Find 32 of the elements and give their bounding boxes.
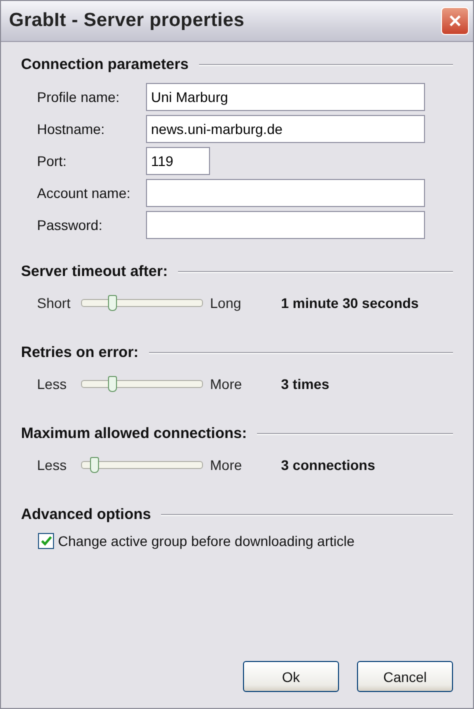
section-heading: Server timeout after: [21, 263, 168, 280]
field-label: Account name: [37, 185, 132, 201]
slider-min-label: Short [37, 295, 72, 311]
input-field[interactable]: news.uni-marburg.de [146, 115, 425, 143]
checkbox[interactable] [38, 533, 54, 549]
checkbox-label[interactable]: Change active group before downloading article [58, 533, 355, 549]
slider-max-label: Long [210, 295, 242, 311]
section-heading: Maximum allowed connections: [21, 425, 247, 442]
dialog-button[interactable]: Ok [243, 661, 339, 692]
slider-thumb[interactable] [108, 295, 117, 311]
slider-reading: 3 connections [281, 457, 376, 473]
slider-thumb[interactable] [108, 376, 117, 392]
input-field[interactable] [146, 179, 425, 207]
slider-min-label: Less [37, 376, 68, 392]
input-field[interactable] [146, 211, 425, 239]
slider-thumb[interactable] [90, 457, 99, 473]
field-label: Hostname: [37, 121, 106, 137]
slider-max-label: More [210, 457, 243, 473]
field-label: Password: [37, 217, 104, 233]
dialog-button[interactable]: Cancel [357, 661, 453, 692]
section-heading: Retries on error: [21, 344, 139, 361]
field-label: Profile name: [37, 89, 120, 105]
section-heading: Connection parameters [21, 56, 189, 73]
slider-reading: 3 times [281, 376, 330, 392]
slider-max-label: More [210, 376, 243, 392]
slider-min-label: Less [37, 457, 68, 473]
slider-reading: 1 minute 30 seconds [281, 295, 419, 311]
window-title: GrabIt - Server properties [9, 10, 244, 32]
section-heading: Advanced options [21, 506, 152, 523]
field-label: Port: [37, 153, 68, 169]
input-field[interactable]: Uni Marburg [146, 83, 425, 111]
input-field[interactable]: 119 [146, 147, 210, 175]
